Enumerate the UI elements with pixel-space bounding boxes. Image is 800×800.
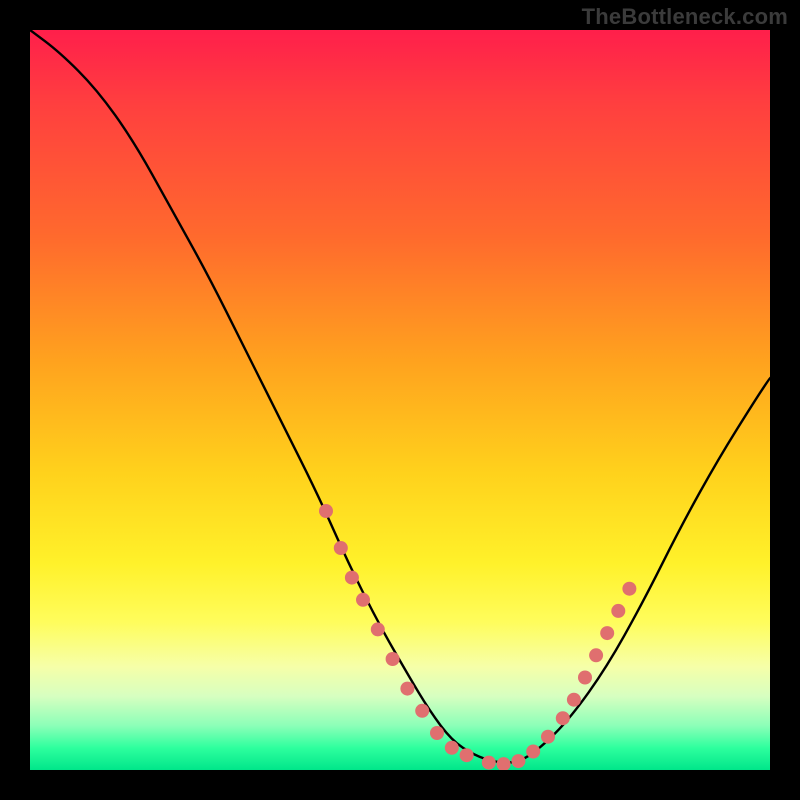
- curve-marker: [622, 582, 636, 596]
- curve-marker: [611, 604, 625, 618]
- bottleneck-curve: [30, 30, 770, 763]
- curve-marker: [371, 622, 385, 636]
- curve-marker: [541, 730, 555, 744]
- chart-stage: TheBottleneck.com: [0, 0, 800, 800]
- curve-marker: [578, 671, 592, 685]
- brand-watermark: TheBottleneck.com: [582, 4, 788, 30]
- curve-marker: [556, 711, 570, 725]
- curve-marker: [482, 756, 496, 770]
- curve-marker: [356, 593, 370, 607]
- curve-marker: [319, 504, 333, 518]
- curve-marker: [567, 693, 581, 707]
- curve-marker: [386, 652, 400, 666]
- curve-marker: [334, 541, 348, 555]
- curve-marker: [589, 648, 603, 662]
- curve-marker: [445, 741, 459, 755]
- curve-marker: [600, 626, 614, 640]
- marker-group: [319, 504, 636, 770]
- curve-marker: [430, 726, 444, 740]
- curve-marker: [511, 754, 525, 768]
- chart-svg: [30, 30, 770, 770]
- curve-marker: [526, 745, 540, 759]
- curve-marker: [497, 757, 511, 770]
- curve-marker: [460, 748, 474, 762]
- curve-marker: [415, 704, 429, 718]
- curve-marker: [345, 571, 359, 585]
- chart-plot-area: [30, 30, 770, 770]
- curve-marker: [400, 682, 414, 696]
